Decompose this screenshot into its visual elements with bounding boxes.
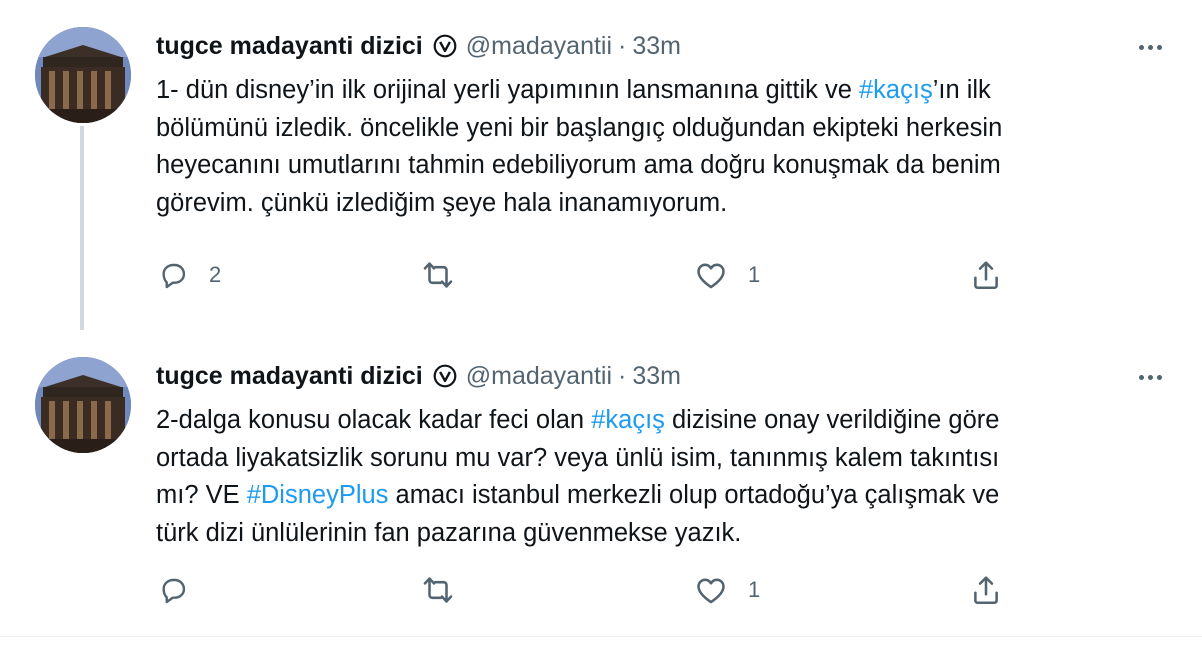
separator-dot: ·	[618, 362, 627, 390]
reply-button[interactable]: 2	[157, 255, 221, 295]
text-segment: 1- dün disney’in ilk orijinal yerli yapı…	[156, 76, 859, 104]
more-icon[interactable]	[1139, 365, 1162, 389]
avatar[interactable]	[35, 357, 131, 453]
text-segment: amacı istanbul merkezli olup ortadoğu’ya…	[388, 481, 1000, 509]
like-count: 1	[748, 262, 761, 287]
tweet-text-line: türk dizi ünlülerinin fan pazarına güven…	[156, 515, 1156, 553]
text-segment: türk dizi ünlülerinin fan pazarına güven…	[156, 518, 742, 547]
tweet-text: 1- dün disney’in ilk orijinal yerli yapı…	[156, 72, 1156, 222]
avatar[interactable]	[35, 27, 131, 123]
verified-badge-icon	[432, 363, 458, 389]
retweet-icon	[421, 258, 455, 292]
text-segment: dizisine onay verildiğine göre	[664, 406, 1000, 434]
share-icon	[969, 573, 1003, 607]
text-segment: bölümünü izledik. öncelikle yeni bir baş…	[156, 113, 1003, 142]
tweet-text-line: ortada liyakatsizlik sorunu mu var? veya…	[156, 440, 1156, 478]
author-handle[interactable]: @madayantii	[466, 359, 612, 393]
text-segment: 2-dalga konusu olacak kadar feci olan	[156, 406, 592, 434]
tweet-text-line: 1- dün disney’in ilk orijinal yerli yapı…	[156, 72, 1156, 110]
tweet-text-line: heyecanını umutlarını tahmin edebiliyoru…	[156, 147, 1156, 185]
tweet[interactable]: tugce madayanti dizici @madayantii · 33m…	[0, 0, 1202, 330]
like-count: 1	[748, 577, 761, 602]
tweet-header: tugce madayanti dizici @madayantii · 33m	[156, 29, 681, 63]
reply-icon	[157, 574, 189, 606]
like-button[interactable]: 1	[694, 570, 760, 610]
author-handle[interactable]: @madayantii	[466, 29, 612, 63]
hashtag-link[interactable]: #DisneyPlus	[247, 481, 389, 509]
tweet[interactable]: tugce madayanti dizici @madayantii · 33m…	[0, 330, 1202, 636]
like-button[interactable]: 1	[694, 255, 760, 295]
hashtag-link[interactable]: #kaçış	[859, 76, 933, 104]
retweet-button[interactable]	[421, 255, 475, 295]
share-button[interactable]	[969, 255, 1003, 295]
reply-icon	[157, 259, 189, 291]
retweet-icon	[421, 573, 455, 607]
tweet-header: tugce madayanti dizici @madayantii · 33m	[156, 359, 681, 393]
share-icon	[969, 258, 1003, 292]
tweet-text-line: bölümünü izledik. öncelikle yeni bir baş…	[156, 110, 1156, 148]
tweet-actions: 2 1	[0, 255, 1202, 295]
text-segment: ortada liyakatsizlik sorunu mu var? veya…	[156, 443, 1000, 472]
divider	[0, 636, 1202, 637]
text-segment: heyecanını umutlarını tahmin edebiliyoru…	[156, 151, 1001, 179]
tweet-text: 2-dalga konusu olacak kadar feci olan #k…	[156, 402, 1156, 552]
tweet-actions: 1	[0, 570, 1202, 610]
reply-button[interactable]	[157, 570, 209, 610]
verified-badge-icon	[432, 33, 458, 59]
tweet-text-line: mı? VE #DisneyPlus amacı istanbul merkez…	[156, 477, 1156, 515]
tweet-text-line: görevim. çünkü izlediğim şeye hala inana…	[156, 185, 1156, 223]
reply-count: 2	[209, 262, 222, 287]
separator-dot: ·	[618, 32, 627, 60]
text-segment: ’ın ilk	[932, 76, 991, 104]
author-name[interactable]: tugce madayanti dizici	[156, 359, 423, 393]
hashtag-link[interactable]: #kaçış	[591, 406, 665, 434]
like-icon	[694, 573, 728, 607]
share-button[interactable]	[969, 570, 1003, 610]
more-icon[interactable]	[1139, 35, 1162, 59]
timestamp[interactable]: 33m	[632, 29, 681, 63]
author-name[interactable]: tugce madayanti dizici	[156, 29, 423, 63]
retweet-button[interactable]	[421, 570, 475, 610]
text-segment: görevim. çünkü izlediğim şeye hala inana…	[156, 188, 728, 217]
timestamp[interactable]: 33m	[632, 359, 681, 393]
tweet-text-line: 2-dalga konusu olacak kadar feci olan #k…	[156, 402, 1156, 440]
like-icon	[694, 258, 728, 292]
text-segment: mı? VE	[156, 481, 247, 509]
